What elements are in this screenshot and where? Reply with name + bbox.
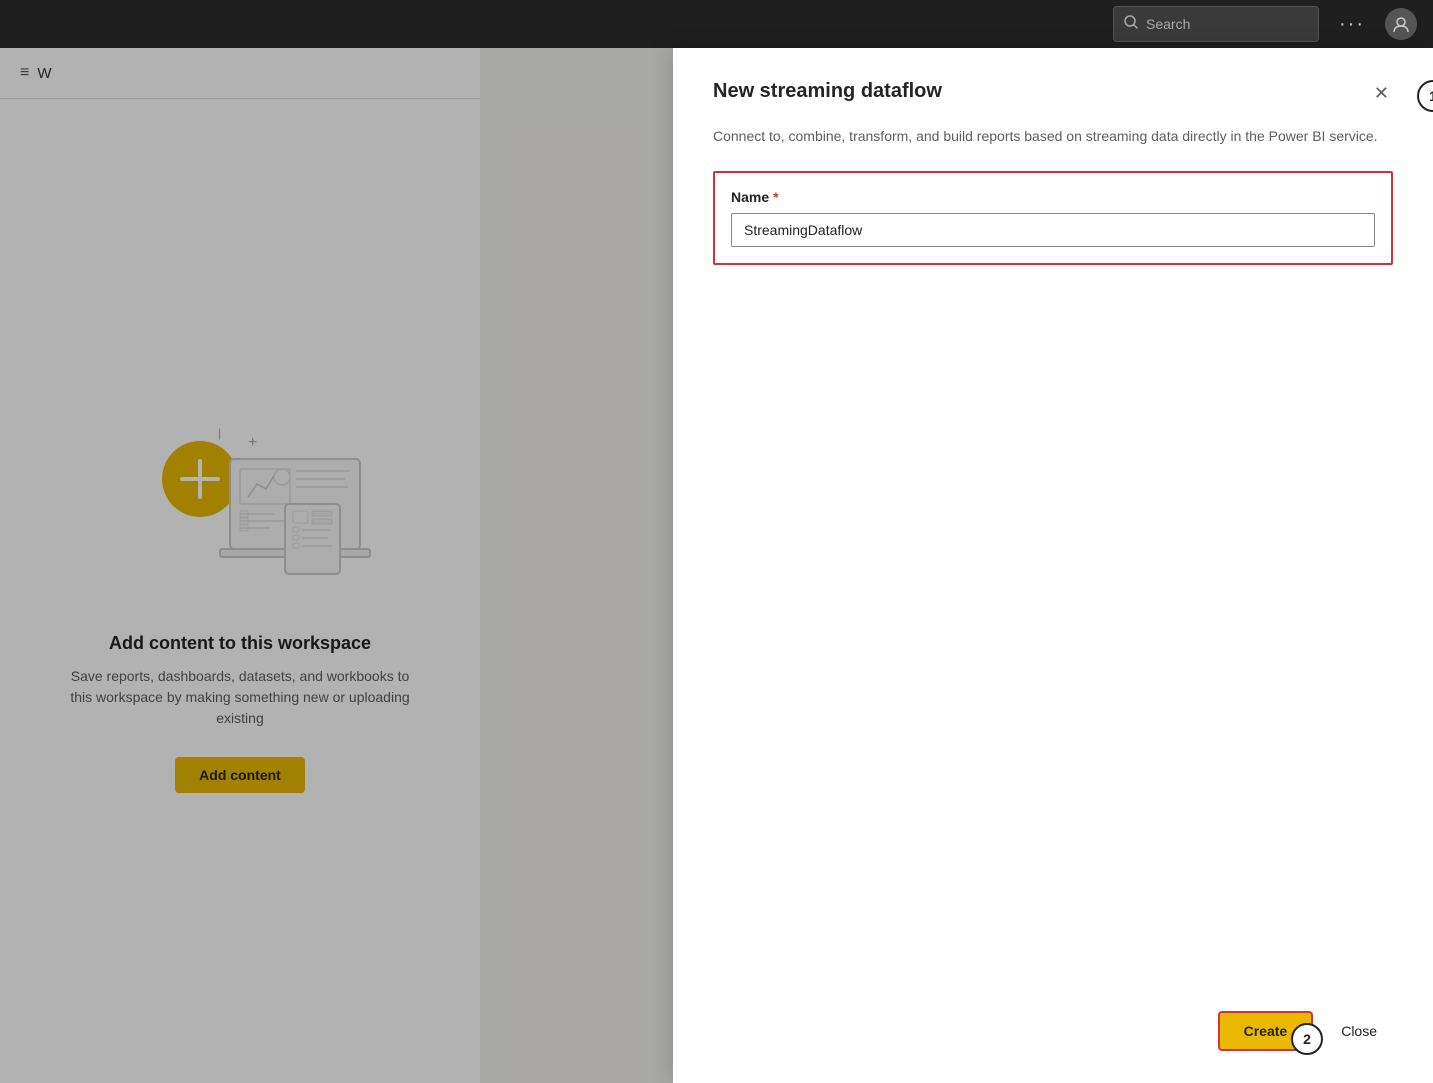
dialog-title: New streaming dataflow (713, 80, 942, 103)
main-area: ≡ W + + | (0, 48, 1433, 1083)
step-2-badge: 2 (1291, 1023, 1323, 1055)
dialog-body: Name * (673, 171, 1433, 991)
dialog-panel: New streaming dataflow ✕ 1 Connect to, c… (673, 48, 1433, 1083)
topbar: Search ··· (0, 0, 1433, 48)
search-icon (1124, 15, 1138, 34)
close-button[interactable]: Close (1325, 1013, 1393, 1049)
more-options-button[interactable]: ··· (1331, 9, 1373, 40)
name-section: Name * (713, 171, 1393, 265)
step-1-badge: 1 (1417, 80, 1433, 112)
required-indicator: * (773, 189, 778, 205)
name-label: Name * (731, 189, 1375, 205)
dialog-description: Connect to, combine, transform, and buil… (673, 126, 1433, 171)
dialog-footer: 2 Create Close (673, 991, 1433, 1083)
close-icon-button[interactable]: ✕ (1370, 80, 1393, 106)
search-text: Search (1146, 16, 1190, 32)
name-input[interactable] (731, 213, 1375, 247)
avatar[interactable] (1385, 8, 1417, 40)
search-box[interactable]: Search (1113, 6, 1319, 42)
dialog-header: New streaming dataflow ✕ 1 (673, 48, 1433, 126)
